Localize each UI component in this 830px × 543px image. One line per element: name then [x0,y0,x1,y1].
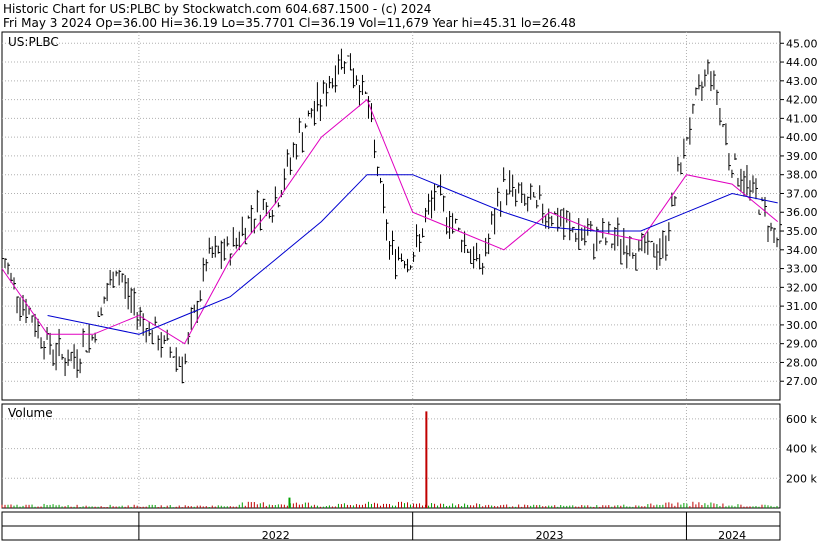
volume-tick-label: 400 k [786,443,817,456]
price-tick-label: 30.00 [786,319,818,332]
price-tick-label: 33.00 [786,263,818,276]
year-label: 2023 [536,529,564,542]
price-tick-label: 42.00 [786,94,818,107]
stock-chart: 27.00 28.00 29.00 30.00 31.00 32.00 33.00 34.00… [1,31,818,542]
price-tick-label: 29.00 [786,338,818,351]
price-tick-label: 35.00 [786,225,818,238]
volume-tick-label: 200 k [786,472,817,485]
symbol-label: US:PLBC [8,35,59,49]
year-label: 2024 [718,529,746,542]
year-label: 2022 [262,529,290,542]
price-tick-label: 43.00 [786,75,818,88]
price-panel [1,31,781,401]
price-tick-label: 40.00 [786,131,818,144]
volume-panel [1,403,781,509]
price-tick-label: 41.00 [786,112,818,125]
price-tick-label: 31.00 [786,300,818,313]
price-tick-label: 32.00 [786,281,818,294]
volume-tick-label: 600 k [786,413,817,426]
price-tick-label: 39.00 [786,150,818,163]
price-tick-label: 45.00 [786,37,818,50]
price-tick-label: 44.00 [786,56,818,69]
price-tick-label: 38.00 [786,169,818,182]
price-tick-label: 27.00 [786,375,818,388]
volume-label: Volume [8,406,53,420]
price-tick-label: 37.00 [786,187,818,200]
price-tick-label: 28.00 [786,356,818,369]
price-tick-label: 34.00 [786,244,818,257]
price-tick-label: 36.00 [786,206,818,219]
